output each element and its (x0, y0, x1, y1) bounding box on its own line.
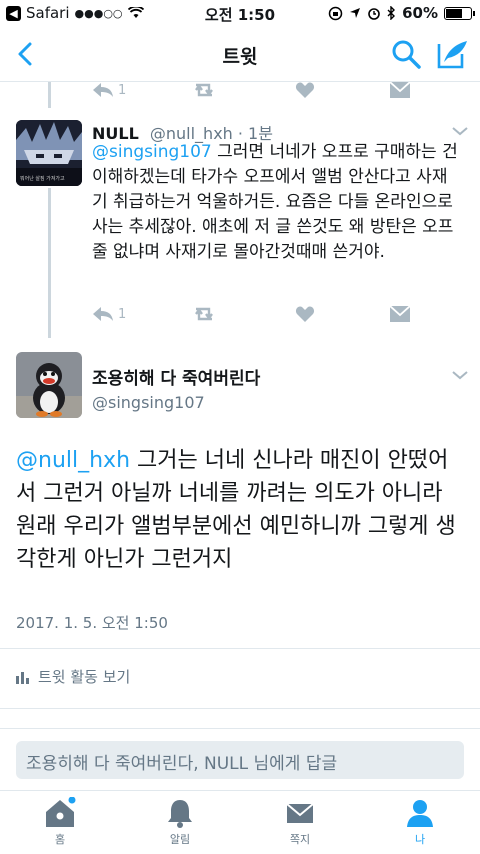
tab-label: 홈 (54, 833, 66, 846)
compose-tweet-icon[interactable] (434, 36, 470, 72)
penguin-avatar-image (16, 352, 82, 418)
divider (0, 708, 480, 709)
envelope-icon (390, 306, 410, 322)
reply-icon (93, 83, 113, 97)
tweet-menu-chevron-icon[interactable] (450, 124, 470, 138)
avatar-caption: 뭐어난 살짐 가져가고 (20, 176, 65, 182)
avatar-singsing[interactable] (16, 352, 82, 418)
tab-home[interactable]: 홈 (20, 797, 100, 847)
reply-count: 1 (118, 82, 127, 98)
retweet-icon (195, 307, 213, 321)
main-tweet-text: @null_hxh 그거는 너네 신나라 매진이 안떴어서 그런거 아닐까 너네… (16, 444, 468, 576)
like-action[interactable] (295, 76, 315, 104)
bell-icon (168, 800, 192, 828)
reply-action[interactable]: 1 (92, 300, 126, 328)
heart-icon (295, 306, 315, 322)
tab-messages[interactable]: 쪽지 (260, 797, 340, 847)
reply-tweet-text: @singsing107 그러면 너네가 오프로 구매하는 건 이해하겠는데 타… (92, 140, 462, 265)
retweet-action[interactable] (192, 76, 216, 104)
home-icon (46, 797, 76, 827)
avatar-null[interactable]: 뭐어난 살짐 가져가고 (16, 120, 82, 186)
tab-notifications[interactable]: 알림 (140, 797, 220, 847)
reply-tweet-actions: 1 (92, 300, 422, 328)
mention-link[interactable]: @null_hxh (16, 448, 130, 473)
divider (0, 648, 480, 649)
author-handle[interactable]: @singsing107 (92, 393, 260, 412)
like-action[interactable] (295, 300, 315, 328)
nav-bar: 트윗 (0, 28, 480, 82)
tab-label: 쪽지 (289, 833, 311, 846)
bluetooth-icon (387, 6, 396, 20)
reply-count: 1 (118, 306, 127, 322)
thread-line-top (48, 82, 51, 108)
tweet-activity-link[interactable]: 트윗 활동 보기 (16, 666, 130, 687)
search-icon[interactable] (390, 38, 422, 70)
tab-label: 나 (414, 833, 426, 846)
tab-me[interactable]: 나 (380, 797, 460, 847)
tweet-menu-chevron-icon[interactable] (450, 368, 470, 382)
person-icon (407, 800, 433, 827)
heart-icon (295, 82, 315, 98)
retweet-icon (195, 83, 213, 97)
reply-input[interactable]: 조용히해 다 죽여버린다, NULL 님에게 답글 (16, 741, 464, 779)
reply-icon (93, 307, 113, 321)
battery-icon (444, 6, 475, 20)
tab-label: 알림 (169, 833, 191, 846)
thread-line-mid (48, 188, 51, 338)
activity-label: 트윗 활동 보기 (38, 668, 131, 686)
rotation-lock-icon (328, 6, 343, 20)
prev-tweet-actions: 1 (92, 76, 422, 104)
alarm-icon (368, 8, 380, 20)
status-bar: ◀ Safari ●●●○○ 오전 1:50 60% (0, 0, 480, 28)
tab-bar: 홈 알림 쪽지 나 (0, 790, 480, 854)
envelope-icon (390, 82, 410, 98)
tweet-timestamp: 2017. 1. 5. 오전 1:50 (16, 614, 168, 632)
reply-action[interactable]: 1 (92, 76, 126, 104)
dm-action[interactable] (390, 300, 410, 328)
battery-percent: 60% (402, 4, 438, 22)
reply-composer: 조용히해 다 죽여버린다, NULL 님에게 답글 (0, 728, 480, 790)
bar-chart-icon (16, 671, 29, 684)
retweet-action[interactable] (192, 300, 216, 328)
location-icon (350, 8, 361, 18)
mention-link[interactable]: @singsing107 (92, 142, 212, 162)
main-tweet-header: 조용히해 다 죽여버린다 @singsing107 (92, 364, 260, 412)
dm-action[interactable] (390, 76, 410, 104)
envelope-icon (286, 803, 314, 823)
author-name[interactable]: 조용히해 다 죽여버린다 (92, 364, 260, 389)
